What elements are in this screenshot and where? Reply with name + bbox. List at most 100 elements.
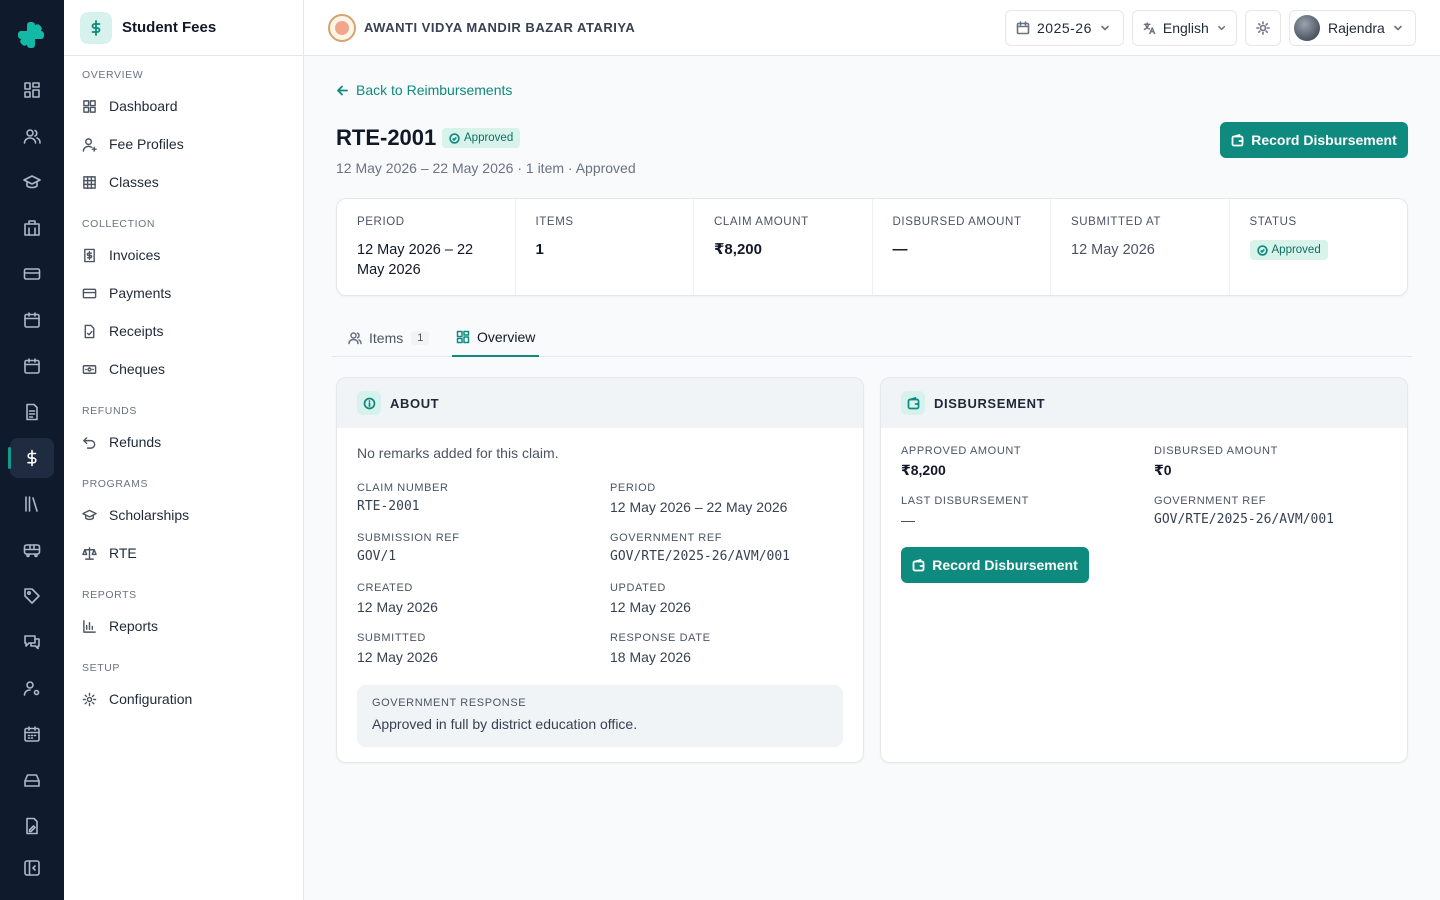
field-approved-amount: APPROVED AMOUNT ₹8,200 bbox=[901, 445, 1021, 479]
top-bar: AWANTI VIDYA MANDIR BAZAR ATARIYA 2025-2… bbox=[304, 0, 1440, 56]
rail-fees-icon[interactable] bbox=[8, 438, 54, 478]
calendar-icon bbox=[1016, 21, 1030, 35]
tab-items[interactable]: Items 1 bbox=[344, 318, 433, 357]
rail-building-icon[interactable] bbox=[10, 208, 54, 248]
about-card: ABOUT No remarks added for this claim. C… bbox=[336, 377, 864, 763]
field-label: PERIOD bbox=[610, 482, 656, 494]
rail-calendar-alt-icon[interactable] bbox=[10, 346, 54, 386]
rail-storage-icon[interactable] bbox=[10, 760, 54, 800]
info-icon bbox=[357, 391, 381, 415]
field-value: RTE-2001 bbox=[357, 499, 420, 514]
about-card-header: ABOUT bbox=[337, 378, 863, 428]
field-label: RESPONSE DATE bbox=[610, 632, 711, 644]
sidebar-item-receipts[interactable]: Receipts bbox=[82, 319, 163, 343]
rail-library-icon[interactable] bbox=[10, 484, 54, 524]
theme-toggle-button[interactable] bbox=[1245, 10, 1281, 46]
user-icon bbox=[82, 137, 97, 152]
rail-file-edit-icon[interactable] bbox=[10, 806, 54, 846]
field-value: GOV/1 bbox=[357, 549, 397, 564]
rail-users-icon[interactable] bbox=[10, 116, 54, 156]
field-value: 12 May 2026 bbox=[357, 649, 438, 665]
record-disbursement-label: Record Disbursement bbox=[932, 557, 1078, 573]
field-value: Approved in full by district education o… bbox=[372, 716, 638, 732]
field-label: GOVERNMENT REF bbox=[1154, 495, 1267, 507]
status-badge-label: Approved bbox=[1271, 244, 1321, 256]
sidebar-item-fee-profiles[interactable]: Fee Profiles bbox=[82, 132, 184, 156]
sidebar-item-rte[interactable]: RTE bbox=[82, 541, 137, 565]
wallet-icon bbox=[912, 558, 925, 571]
rail-user-settings-icon[interactable] bbox=[10, 668, 54, 708]
card-record-disbursement-button[interactable]: Record Disbursement bbox=[901, 547, 1089, 583]
sidebar-item-payments[interactable]: Payments bbox=[82, 281, 171, 305]
rail-document-icon[interactable] bbox=[10, 392, 54, 432]
module-header: Student Fees bbox=[64, 0, 303, 56]
rail-calendar-icon[interactable] bbox=[10, 300, 54, 340]
rail-bus-icon[interactable] bbox=[10, 530, 54, 570]
back-to-reimbursements-link[interactable]: Back to Reimbursements bbox=[336, 82, 512, 98]
receipt-icon bbox=[84, 324, 95, 338]
chevron-down-icon bbox=[1394, 25, 1402, 31]
field-value: 12 May 2026 – 22 May 2026 bbox=[610, 499, 788, 515]
avatar bbox=[1294, 15, 1320, 41]
sidebar-item-scholarships[interactable]: Scholarships bbox=[82, 503, 189, 527]
rail-schedule-icon[interactable] bbox=[10, 714, 54, 754]
graduation-icon bbox=[82, 509, 97, 520]
sidebar-item-configuration[interactable]: Configuration bbox=[82, 687, 192, 711]
sidebar-item-label: Cheques bbox=[109, 361, 166, 377]
dollar-icon bbox=[80, 11, 112, 44]
field-label: LAST DISBURSEMENT bbox=[901, 495, 1029, 507]
rail-dashboard-icon[interactable] bbox=[10, 70, 54, 110]
field-response-date: RESPONSE DATE 18 May 2026 bbox=[610, 632, 711, 665]
sidebar-item-invoices[interactable]: Invoices bbox=[82, 243, 160, 267]
gear-icon bbox=[82, 692, 97, 706]
sidebar-item-label: RTE bbox=[109, 545, 137, 561]
field-label: SUBMISSION REF bbox=[357, 532, 460, 544]
sidebar-item-label: Invoices bbox=[109, 247, 161, 263]
tab-overview[interactable]: Overview bbox=[452, 318, 540, 357]
school-logo bbox=[328, 14, 356, 42]
sidebar-item-refunds[interactable]: Refunds bbox=[82, 430, 161, 454]
sidebar-item-dashboard[interactable]: Dashboard bbox=[82, 94, 178, 118]
sidebar-item-cheques[interactable]: Cheques bbox=[82, 357, 165, 381]
rail-tag-icon[interactable] bbox=[10, 576, 54, 616]
page-subtitle: 12 May 2026 – 22 May 2026 · 1 item · App… bbox=[336, 160, 636, 176]
invoice-icon bbox=[84, 248, 95, 262]
sidebar-item-label: Classes bbox=[109, 174, 159, 190]
app-logo-icon[interactable] bbox=[16, 20, 46, 50]
field-value: 12 May 2026 bbox=[610, 599, 691, 615]
government-response-box: GOVERNMENT RESPONSE Approved in full by … bbox=[357, 685, 843, 747]
sidebar-item-label: Receipts bbox=[109, 323, 164, 339]
stat-submitted-at: SUBMITTED AT 12 May 2026 bbox=[1051, 199, 1230, 295]
rail-card-icon[interactable] bbox=[10, 254, 54, 294]
stat-items: ITEMS 1 bbox=[516, 199, 694, 295]
field-label: GOVERNMENT RESPONSE bbox=[372, 697, 527, 709]
language-select[interactable]: English bbox=[1132, 10, 1237, 46]
field-label: SUBMITTED bbox=[357, 632, 426, 644]
bar-chart-icon bbox=[83, 619, 96, 633]
chevron-down-icon bbox=[1101, 25, 1109, 31]
user-menu-button[interactable]: Rajendra bbox=[1289, 10, 1416, 46]
sidebar-item-reports[interactable]: Reports bbox=[82, 614, 158, 638]
wallet-icon bbox=[901, 391, 925, 415]
field-value: ₹0 bbox=[1154, 462, 1172, 478]
rail-graduation-icon[interactable] bbox=[10, 162, 54, 202]
sidebar-item-label: Fee Profiles bbox=[109, 136, 184, 152]
record-disbursement-button[interactable]: Record Disbursement bbox=[1220, 122, 1408, 158]
sidebar-item-label: Dashboard bbox=[109, 98, 178, 114]
academic-year-select[interactable]: 2025-26 bbox=[1005, 10, 1124, 46]
remarks-text: No remarks added for this claim. bbox=[357, 445, 559, 461]
field-value: GOV/RTE/2025-26/AVM/001 bbox=[1154, 512, 1335, 527]
field-claim-number: CLAIM NUMBER RTE-2001 bbox=[357, 482, 449, 514]
field-label: DISBURSED AMOUNT bbox=[1154, 445, 1278, 457]
sidebar-item-label: Reports bbox=[109, 618, 159, 634]
sidebar-item-classes[interactable]: Classes bbox=[82, 170, 159, 194]
record-disbursement-label: Record Disbursement bbox=[1251, 132, 1397, 148]
card-icon bbox=[82, 288, 97, 298]
summary-stats: PERIOD 12 May 2026 – 22 May 2026 ITEMS 1… bbox=[336, 198, 1408, 296]
status-badge-label: Approved bbox=[464, 132, 514, 144]
rail-collapse-icon[interactable] bbox=[10, 848, 54, 888]
field-created: CREATED 12 May 2026 bbox=[357, 582, 438, 615]
module-sidebar: Student Fees OVERVIEW Dashboard Fee Prof… bbox=[64, 0, 304, 900]
rail-chat-icon[interactable] bbox=[10, 622, 54, 662]
school-name: AWANTI VIDYA MANDIR BAZAR ATARIYA bbox=[364, 20, 636, 35]
